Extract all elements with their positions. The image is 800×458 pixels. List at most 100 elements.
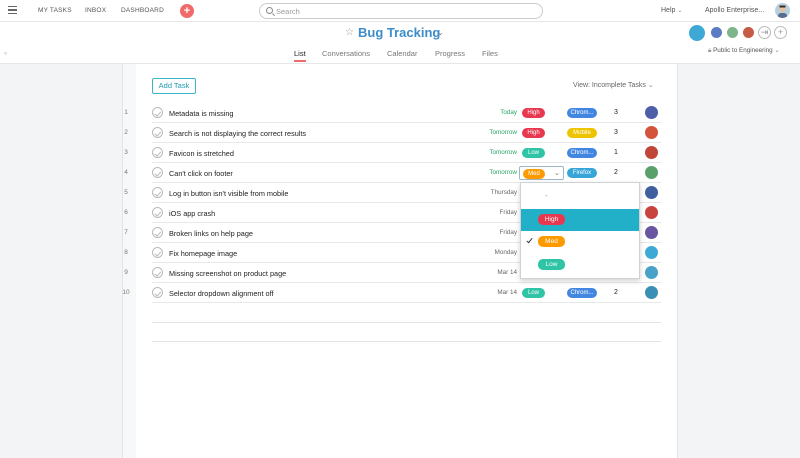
complete-task-checkbox[interactable] (152, 147, 163, 158)
assignee-avatar[interactable] (645, 266, 658, 279)
view-filter-label: View: Incomplete Tasks (573, 82, 646, 89)
chevron-down-icon: ⌄ (554, 170, 560, 177)
assignee-avatar[interactable] (645, 226, 658, 239)
platform-pill[interactable]: Chrom... (567, 148, 597, 158)
dropdown-option-empty[interactable]: - (545, 191, 548, 200)
assignee-avatar[interactable] (645, 166, 658, 179)
share-icon[interactable]: ⇥ (758, 26, 771, 39)
platform-pill[interactable]: Mobile (567, 128, 597, 138)
project-title[interactable]: Bug Tracking (358, 25, 440, 40)
task-due-date[interactable]: Tomorrow (489, 169, 517, 176)
organization-menu[interactable]: Apollo Enterprise... (705, 7, 764, 14)
chevron-down-icon: ⌄ (647, 82, 654, 89)
task-name[interactable]: Search is not displaying the correct res… (169, 129, 306, 138)
complete-task-checkbox[interactable] (152, 267, 163, 278)
visibility-label: Public to Engineering (713, 47, 773, 54)
member-avatar[interactable] (710, 26, 723, 39)
task-due-date[interactable]: Thursday (491, 189, 517, 196)
task-row[interactable]: 1 Metadata is missing Today High Chrom... 3 (120, 103, 665, 123)
priority-pill[interactable]: High (522, 128, 545, 138)
assignee-avatar[interactable] (645, 126, 658, 139)
complete-task-checkbox[interactable] (152, 107, 163, 118)
collapse-sidebar-icon[interactable]: « (4, 51, 7, 57)
dropdown-option-high[interactable]: High (521, 209, 639, 231)
complete-task-checkbox[interactable] (152, 207, 163, 218)
chevron-down-icon: ⌄ (774, 47, 780, 54)
tab-files[interactable]: Files (482, 49, 498, 58)
tab-list[interactable]: List (294, 49, 306, 58)
task-name[interactable]: Favicon is stretched (169, 149, 234, 158)
nav-inbox[interactable]: INBOX (85, 7, 106, 14)
search-box[interactable] (259, 3, 543, 19)
task-name[interactable]: Selector dropdown alignment off (169, 289, 274, 298)
user-avatar[interactable] (775, 3, 790, 18)
assignee-avatar[interactable] (645, 206, 658, 219)
complete-task-checkbox[interactable] (152, 287, 163, 298)
task-name[interactable]: Log in button isn't visible from mobile (169, 189, 288, 198)
complete-task-checkbox[interactable] (152, 167, 163, 178)
task-row[interactable]: 3 Favicon is stretched Tomorrow Low Chrom...… (120, 143, 665, 163)
priority-pill[interactable]: Low (522, 148, 545, 158)
row-number: 6 (124, 209, 128, 216)
priority-pill[interactable]: Low (522, 288, 545, 298)
task-due-date[interactable]: Today (500, 109, 517, 116)
task-due-date[interactable]: Tomorrow (489, 129, 517, 136)
member-avatar[interactable] (742, 26, 755, 39)
task-name[interactable]: Missing screenshot on product page (169, 269, 286, 278)
nav-my-tasks[interactable]: MY TASKS (38, 7, 72, 14)
task-row[interactable]: 2 Search is not displaying the correct re… (120, 123, 665, 143)
assignee-avatar[interactable] (645, 106, 658, 119)
assignee-avatar[interactable] (645, 286, 658, 299)
dropdown-option-med[interactable]: Med (521, 231, 639, 253)
add-member-button[interactable]: + (774, 26, 787, 39)
project-header: ☆ Bug Tracking ⌄ List Conversations Cale… (0, 22, 800, 64)
task-count: 1 (614, 149, 618, 156)
dropdown-option-low[interactable]: Low (521, 254, 639, 276)
task-name[interactable]: Broken links on help page (169, 229, 253, 238)
help-menu[interactable]: Help ⌄ (661, 7, 682, 14)
priority-pill: High (538, 214, 565, 225)
priority-pill: Low (538, 259, 565, 270)
member-avatar[interactable] (688, 24, 706, 42)
tab-calendar[interactable]: Calendar (387, 49, 417, 58)
complete-task-checkbox[interactable] (152, 227, 163, 238)
platform-pill[interactable]: Chrom... (567, 288, 597, 298)
complete-task-checkbox[interactable] (152, 187, 163, 198)
visibility-selector[interactable]: 🔒︎ Public to Engineering ⌄ (708, 47, 780, 55)
assignee-avatar[interactable] (645, 186, 658, 199)
nav-dashboard[interactable]: DASHBOARD (121, 7, 164, 14)
task-name[interactable]: Can't click on footer (169, 169, 233, 178)
priority-pill[interactable]: High (522, 108, 545, 118)
task-count: 2 (614, 289, 618, 296)
task-row[interactable]: 4 Can't click on footer Tomorrow Firefox 2 (120, 163, 665, 183)
task-due-date[interactable]: Mar 14 (497, 289, 517, 296)
search-input[interactable] (276, 6, 526, 17)
task-due-date[interactable]: Friday (500, 209, 518, 216)
assignee-avatar[interactable] (645, 146, 658, 159)
view-filter-selector[interactable]: View: Incomplete Tasks ⌄ (573, 81, 654, 89)
complete-task-checkbox[interactable] (152, 127, 163, 138)
add-task-button[interactable]: Add Task (152, 78, 196, 94)
platform-pill[interactable]: Chrom... (567, 108, 597, 118)
task-row[interactable]: 10 Selector dropdown alignment off Mar 14 L… (120, 283, 665, 303)
assignee-avatar[interactable] (645, 246, 658, 259)
task-count: 3 (614, 109, 618, 116)
member-avatar[interactable] (726, 26, 739, 39)
task-name[interactable]: Metadata is missing (169, 109, 233, 118)
task-name[interactable]: iOS app crash (169, 209, 215, 218)
tab-conversations[interactable]: Conversations (322, 49, 370, 58)
help-label: Help (661, 7, 676, 14)
task-due-date[interactable]: Friday (500, 229, 518, 236)
task-due-date[interactable]: Monday (495, 249, 517, 256)
tab-progress[interactable]: Progress (435, 49, 465, 58)
platform-pill[interactable]: Firefox (567, 168, 597, 178)
task-due-date[interactable]: Mar 14 (497, 269, 517, 276)
star-icon[interactable]: ☆ (345, 27, 354, 38)
chevron-down-icon[interactable]: ⌄ (437, 28, 444, 37)
complete-task-checkbox[interactable] (152, 247, 163, 258)
task-name[interactable]: Fix homepage image (169, 249, 237, 258)
quick-add-button[interactable]: + (180, 4, 194, 18)
priority-select[interactable]: Med ⌄ (519, 166, 564, 180)
hamburger-icon[interactable] (8, 6, 17, 14)
task-due-date[interactable]: Tomorrow (489, 149, 517, 156)
